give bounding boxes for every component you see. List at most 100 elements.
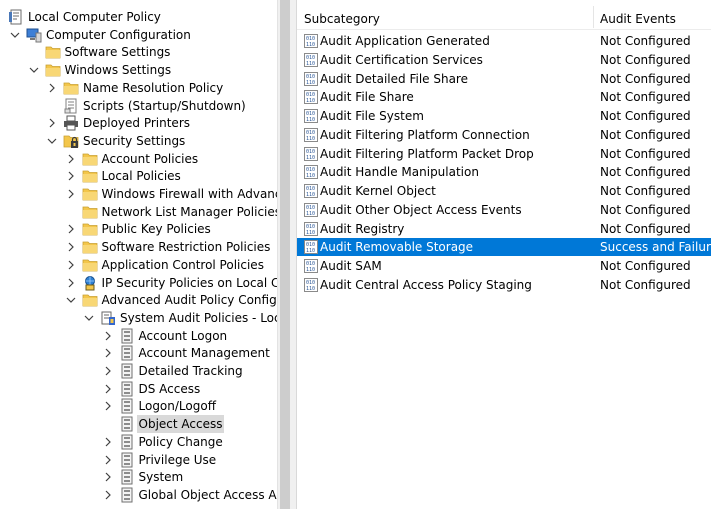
tree-node[interactable]: Scripts (Startup/Shutdown): [0, 97, 277, 115]
chevron-right-icon[interactable]: [65, 238, 77, 256]
chevron-down-icon[interactable]: [28, 61, 40, 79]
chevron-right-icon[interactable]: [102, 380, 114, 398]
list-header: Subcategory Audit Events: [297, 0, 711, 30]
list-row[interactable]: 010 110 Audit Other Object Access Events No…: [297, 201, 711, 219]
tree-node-label: Account Logon: [138, 328, 228, 343]
audit-policy-icon: [100, 310, 116, 326]
chevron-right-icon[interactable]: [46, 79, 58, 97]
chevron-right-icon[interactable]: [46, 114, 58, 132]
tree-node[interactable]: Application Control Policies: [0, 256, 277, 274]
audit-events-cell: Not Configured: [600, 259, 691, 273]
tree-node[interactable]: Privilege Use: [0, 451, 277, 469]
printer-icon: [63, 115, 79, 131]
list-row[interactable]: 010 110 Audit Filtering Platform Connectio…: [297, 126, 711, 144]
svg-text:110: 110: [306, 248, 315, 254]
chevron-right-icon[interactable]: [102, 327, 114, 345]
svg-text:110: 110: [306, 230, 315, 236]
tree-node-label: Privilege Use: [138, 452, 217, 467]
list-row[interactable]: 010 110 Audit Registry Not Configured: [297, 220, 711, 238]
audit-category-icon: [119, 345, 135, 361]
audit-category-icon: [119, 469, 135, 485]
chevron-right-icon[interactable]: [65, 167, 77, 185]
subcategory-cell: Audit Removable Storage: [320, 240, 474, 255]
audit-category-icon: [119, 381, 135, 397]
tree-node[interactable]: IP Security Policies on Local Com: [0, 274, 277, 292]
list-row[interactable]: 010 110 Audit Handle Manipulation Not Confi…: [297, 163, 711, 181]
chevron-right-icon[interactable]: [65, 150, 77, 168]
console-tree[interactable]: Local Computer Policy Computer Configurat…: [0, 0, 277, 509]
setting-icon: 010 110: [303, 164, 319, 180]
tree-node[interactable]: Object Access: [0, 415, 277, 434]
tree-node[interactable]: Deployed Printers: [0, 114, 277, 132]
tree-node[interactable]: Security Settings: [0, 132, 277, 150]
chevron-right-icon[interactable]: [102, 486, 114, 504]
tree-scrollbar[interactable]: [277, 0, 291, 509]
tree-node[interactable]: System: [0, 468, 277, 486]
tree-node[interactable]: Software Settings: [0, 43, 277, 61]
tree-node[interactable]: Name Resolution Policy: [0, 79, 277, 97]
chevron-right-icon[interactable]: [65, 185, 77, 203]
tree-node-label: Detailed Tracking: [138, 364, 243, 378]
tree-node[interactable]: Software Restriction Policies: [0, 238, 277, 256]
chevron-right-icon[interactable]: [102, 344, 114, 362]
tree-node[interactable]: Logon/Logoff: [0, 397, 277, 415]
subcategory-cell: Audit SAM: [320, 259, 382, 273]
tree-node[interactable]: Network List Manager Policies: [0, 203, 277, 221]
setting-icon: 010 110: [303, 202, 319, 218]
subcategory-cell: Audit File System: [320, 109, 424, 123]
setting-icon: 010 110: [303, 239, 319, 255]
tree-node[interactable]: Local Computer Policy: [0, 8, 277, 26]
chevron-down-icon[interactable]: [65, 291, 77, 309]
list-row[interactable]: 010 110 Audit Detailed File Share Not Confi…: [297, 70, 711, 88]
tree-node-label: Logon/Logoff: [138, 399, 216, 414]
tree-node-label: Software Settings: [64, 45, 171, 60]
computer-icon: [26, 27, 42, 43]
chevron-right-icon[interactable]: [65, 274, 77, 292]
tree-node[interactable]: Computer Configuration: [0, 26, 277, 44]
ipsec-icon: [82, 275, 98, 291]
list-row[interactable]: 010 110 Audit SAM Not Configured: [297, 257, 711, 275]
audit-events-cell: Not Configured: [600, 165, 691, 180]
subcategory-cell: Audit Application Generated: [320, 34, 490, 48]
tree-node[interactable]: System Audit Policies - Local: [0, 309, 277, 327]
tree-node[interactable]: DS Access: [0, 380, 277, 398]
tree-node[interactable]: Account Management: [0, 344, 277, 362]
subcategory-cell: Audit File Share: [320, 90, 414, 105]
chevron-right-icon[interactable]: [102, 362, 114, 380]
chevron-right-icon[interactable]: [102, 451, 114, 469]
tree-node[interactable]: Detailed Tracking: [0, 362, 277, 380]
list-row[interactable]: 010 110 Audit Removable Storage Success and…: [297, 238, 711, 257]
svg-text:110: 110: [306, 98, 315, 104]
list-row[interactable]: 010 110 Audit Filtering Platform Packet Dr…: [297, 145, 711, 163]
tree-node[interactable]: Account Logon: [0, 327, 277, 345]
audit-events-cell: Not Configured: [600, 146, 691, 161]
chevron-right-icon[interactable]: [102, 468, 114, 486]
tree-node[interactable]: Advanced Audit Policy Configura: [0, 291, 277, 309]
tree-node[interactable]: Global Object Access Aud: [0, 486, 277, 504]
list-row[interactable]: 010 110 Audit Certification Services Not Co…: [297, 51, 711, 69]
tree-node[interactable]: Windows Firewall with Advanced: [0, 185, 277, 203]
tree-node[interactable]: Account Policies: [0, 150, 277, 168]
list-row[interactable]: 010 110 Audit File Share Not Configured: [297, 88, 711, 106]
chevron-right-icon[interactable]: [102, 397, 114, 415]
chevron-right-icon[interactable]: [102, 433, 114, 451]
list-row[interactable]: 010 110 Audit File System Not Configured: [297, 107, 711, 125]
tree-node[interactable]: Windows Settings: [0, 61, 277, 79]
list-row[interactable]: 010 110 Audit Central Access Policy Stagin…: [297, 276, 711, 294]
chevron-down-icon[interactable]: [9, 26, 21, 44]
tree-scrollbar-thumb[interactable]: [280, 0, 290, 509]
column-header-audit-events[interactable]: Audit Events: [600, 0, 676, 30]
chevron-down-icon[interactable]: [83, 309, 95, 327]
chevron-right-icon[interactable]: [65, 220, 77, 238]
setting-icon: 010 110: [303, 277, 319, 293]
column-divider[interactable]: [593, 6, 594, 28]
tree-node-label: Account Management: [138, 346, 270, 361]
tree-node[interactable]: Public Key Policies: [0, 220, 277, 238]
chevron-down-icon[interactable]: [46, 132, 58, 150]
list-row[interactable]: 010 110 Audit Kernel Object Not Configured: [297, 182, 711, 200]
column-header-subcategory[interactable]: Subcategory: [304, 0, 380, 30]
tree-node[interactable]: Local Policies: [0, 167, 277, 185]
chevron-right-icon[interactable]: [65, 256, 77, 274]
tree-node[interactable]: Policy Change: [0, 433, 277, 451]
list-row[interactable]: 010 110 Audit Application Generated Not Con…: [297, 32, 711, 50]
